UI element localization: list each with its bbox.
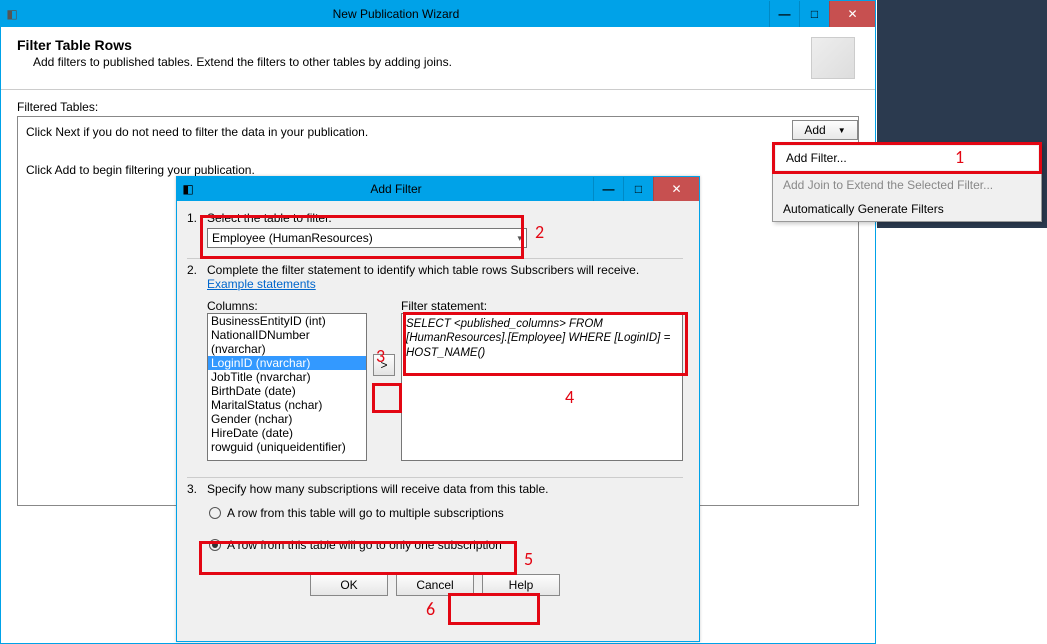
add-filter-title: Add Filter <box>199 182 593 196</box>
radio-multiple[interactable] <box>209 507 221 519</box>
filter-statement-label: Filter statement: <box>401 299 683 313</box>
step1-label: Select the table to filter. <box>207 211 683 225</box>
callout-5: 5 <box>524 548 533 570</box>
col-item[interactable]: MaritalStatus (nchar) <box>208 398 366 412</box>
close-button[interactable]: ✕ <box>829 1 875 27</box>
page-title: Filter Table Rows <box>17 37 811 53</box>
add-filter-titlebar[interactable]: ◧ Add Filter — □ ✕ <box>177 177 699 201</box>
col-item[interactable]: BirthDate (date) <box>208 384 366 398</box>
menu-add-filter[interactable]: Add Filter... <box>776 146 1038 170</box>
add-filter-window: ◧ Add Filter — □ ✕ 1. Select the table t… <box>176 176 700 642</box>
wizard-title: New Publication Wizard <box>23 7 769 21</box>
af-maximize-button[interactable]: □ <box>623 177 653 201</box>
columns-label: Columns: <box>207 299 367 313</box>
col-item-selected[interactable]: LoginID (nvarchar) <box>208 356 366 370</box>
filtered-tables-label: Filtered Tables: <box>17 100 859 114</box>
ok-button[interactable]: OK <box>310 574 388 596</box>
wizard-header: Filter Table Rows Add filters to publish… <box>1 27 875 85</box>
callout-1: 1 <box>955 146 964 168</box>
cancel-button[interactable]: Cancel <box>396 574 474 596</box>
radio-one[interactable] <box>209 539 221 551</box>
filter-statement-input[interactable]: SELECT <published_columns> FROM [HumanRe… <box>401 313 683 461</box>
af-close-button[interactable]: ✕ <box>653 177 699 201</box>
add-menu: Add Filter... Add Join to Extend the Sel… <box>772 142 1042 222</box>
radio-multiple-label: A row from this table will go to multipl… <box>227 506 504 520</box>
col-item[interactable]: rowguid (uniqueidentifier) <box>208 440 366 454</box>
col-item[interactable]: JobTitle (nvarchar) <box>208 370 366 384</box>
divider <box>187 477 683 478</box>
wizard-header-image <box>811 37 855 79</box>
chevron-down-icon: ▾ <box>517 233 522 244</box>
columns-listbox[interactable]: BusinessEntityID (int) NationalIDNumber … <box>207 313 367 461</box>
step3-label: Specify how many subscriptions will rece… <box>207 482 683 496</box>
callout-3: 3 <box>376 345 385 367</box>
filtered-msg-1: Click Next if you do not need to filter … <box>26 123 850 142</box>
divider <box>1 89 875 90</box>
step1-number: 1. <box>187 211 207 248</box>
menu-auto-generate[interactable]: Automatically Generate Filters <box>773 197 1041 221</box>
col-item[interactable]: NationalIDNumber (nvarchar) <box>208 328 366 356</box>
add-button-label: Add <box>804 123 825 137</box>
callout-4: 4 <box>565 386 574 408</box>
help-button[interactable]: Help <box>482 574 560 596</box>
callout-6: 6 <box>426 598 435 620</box>
wizard-titlebar[interactable]: ◧ New Publication Wizard — □ ✕ <box>1 1 875 27</box>
af-minimize-button[interactable]: — <box>593 177 623 201</box>
col-item[interactable]: Gender (nchar) <box>208 412 366 426</box>
col-item[interactable]: HireDate (date) <box>208 426 366 440</box>
step3-number: 3. <box>187 482 207 556</box>
chevron-down-icon: ▼ <box>838 126 846 135</box>
table-select[interactable]: Employee (HumanResources) ▾ <box>207 228 527 248</box>
table-select-value: Employee (HumanResources) <box>212 231 373 245</box>
step2-number: 2. <box>187 263 207 461</box>
minimize-button[interactable]: — <box>769 1 799 27</box>
step2-label: Complete the filter statement to identif… <box>207 263 639 277</box>
example-statements-link[interactable]: Example statements <box>207 277 316 291</box>
page-subtitle: Add filters to published tables. Extend … <box>33 55 811 69</box>
menu-add-join: Add Join to Extend the Selected Filter..… <box>773 173 1041 197</box>
callout-2: 2 <box>535 221 544 243</box>
app-icon: ◧ <box>1 7 23 21</box>
col-item[interactable]: BusinessEntityID (int) <box>208 314 366 328</box>
divider <box>187 258 683 259</box>
add-filter-icon: ◧ <box>177 182 199 196</box>
radio-one-label: A row from this table will go to only on… <box>227 538 502 552</box>
add-dropdown-button[interactable]: Add ▼ <box>792 120 858 140</box>
maximize-button[interactable]: □ <box>799 1 829 27</box>
